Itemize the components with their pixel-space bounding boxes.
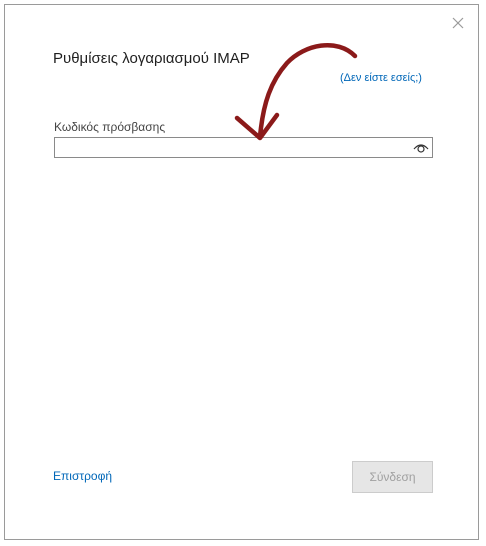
password-input[interactable] [55, 138, 413, 157]
reveal-password-button[interactable] [412, 139, 430, 156]
eye-icon [413, 144, 429, 153]
signin-button[interactable]: Σύνδεση [352, 461, 433, 493]
close-button[interactable] [450, 15, 466, 31]
imap-settings-dialog: Ρυθμίσεις λογαριασμού IMAP (Δεν είστε εσ… [4, 4, 479, 540]
back-link[interactable]: Επιστροφή [53, 469, 112, 483]
password-field[interactable] [54, 137, 433, 158]
close-icon [452, 17, 464, 29]
not-you-link[interactable]: (Δεν είστε εσείς;) [340, 72, 422, 84]
password-label: Κωδικός πρόσβασης [54, 120, 166, 134]
dialog-title: Ρυθμίσεις λογαριασμού IMAP [53, 50, 250, 67]
